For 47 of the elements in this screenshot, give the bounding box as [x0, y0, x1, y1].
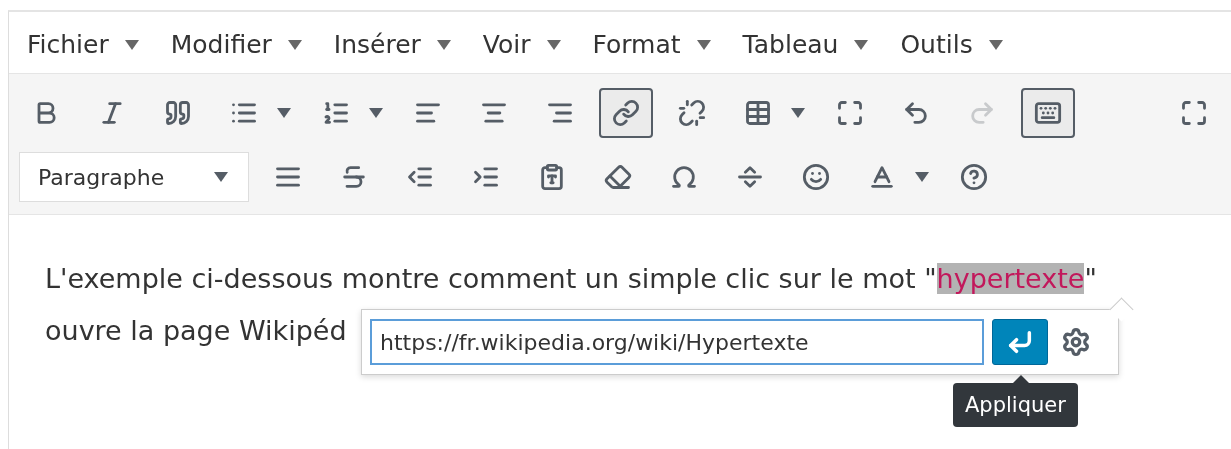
format-select[interactable]: Paragraphe: [19, 152, 249, 202]
caret-icon: [287, 39, 302, 50]
paste-text-icon: [538, 163, 566, 191]
caret-icon: [915, 172, 929, 182]
caret-icon: [854, 39, 869, 50]
caret-icon: [988, 39, 1003, 50]
menu-item[interactable]: Format: [582, 26, 727, 63]
caret-icon: [124, 39, 139, 50]
menu-item[interactable]: Voir: [472, 26, 577, 63]
menu-item[interactable]: Modifier: [160, 26, 318, 63]
help-icon: [960, 163, 988, 191]
text-color-icon: [868, 163, 896, 191]
toolbar-button[interactable]: [599, 88, 653, 138]
select-value: Paragraphe: [38, 164, 165, 190]
omega-icon: [670, 163, 698, 191]
settings-icon: [1061, 327, 1091, 357]
table-icon: [744, 99, 772, 127]
tooltip-arrow: [1013, 375, 1029, 383]
undo-icon: [902, 99, 930, 127]
apply-button[interactable]: [992, 319, 1048, 365]
caret-icon: [277, 108, 291, 118]
smiley-icon: [802, 163, 830, 191]
paragraph-text: L'exemple ci-dessous montre comment un simple clic sur le mot "hypertexte": [45, 262, 1098, 296]
paragraph-text: ouvre la page Wikipéd: [45, 314, 347, 348]
redo-icon: [968, 99, 996, 127]
menu-item[interactable]: Fichier: [17, 26, 155, 63]
link-icon: [612, 99, 640, 127]
expand-icon: [836, 99, 864, 127]
quote-icon: [164, 99, 192, 127]
caret-icon: [436, 39, 451, 50]
numbered-list-icon: [322, 99, 350, 127]
keyboard-icon: [1034, 99, 1062, 127]
unlink-icon: [678, 99, 706, 127]
toolbar-button[interactable]: [1021, 88, 1075, 138]
strikethrough-icon: [340, 163, 368, 191]
caret-icon: [214, 172, 228, 182]
menu-item[interactable]: Outils: [890, 26, 1019, 63]
fullscreen-icon: [1180, 99, 1208, 127]
caret-icon: [546, 39, 561, 50]
caret-icon: [369, 108, 383, 118]
url-field[interactable]: https://fr.wikipedia.org/wiki/Hypertexte: [370, 319, 984, 365]
caret-icon: [791, 108, 805, 118]
menu-item[interactable]: Tableau: [732, 26, 885, 63]
eraser-icon: [604, 163, 632, 191]
menu-item[interactable]: Insérer: [323, 26, 467, 63]
enter-icon: [1006, 328, 1034, 356]
caret-icon: [696, 39, 711, 50]
